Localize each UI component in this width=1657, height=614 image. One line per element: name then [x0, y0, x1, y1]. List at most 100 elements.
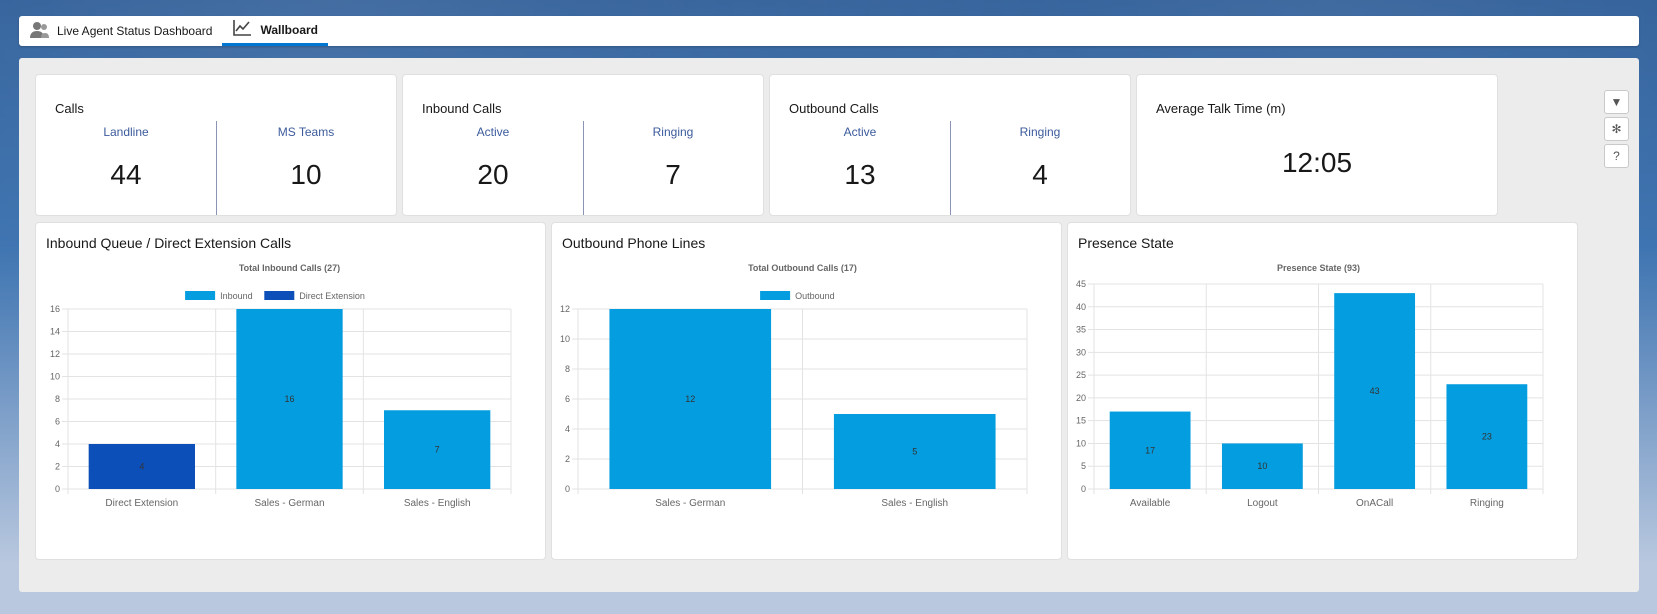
stat-value: 4 — [1032, 159, 1048, 190]
filter-icon: ▼ — [1610, 95, 1623, 109]
y-tick-label: 25 — [1076, 370, 1086, 380]
card-title: Inbound Calls — [422, 101, 502, 116]
data-label: 43 — [1370, 386, 1380, 396]
stat-label: Ringing — [1019, 125, 1061, 139]
inbound-active-stat: Active 20 — [403, 121, 583, 217]
help-button[interactable]: ? — [1604, 144, 1629, 168]
x-tick-label: Ringing — [1470, 498, 1504, 509]
data-label: 7 — [435, 445, 440, 455]
chart-title: Presence State (93) — [1277, 263, 1360, 273]
ms-teams-stat: MS Teams 10 — [216, 121, 396, 217]
y-tick-label: 5 — [1081, 461, 1086, 471]
outbound-calls-chart: Total Outbound Calls (17) Outbound 0 2 4 6 8 10… — [560, 263, 1028, 509]
outbound-calls-card: Outbound Calls Active 13 Ringing 4 — [769, 74, 1131, 216]
inbound-ringing-stat: Ringing 7 — [583, 121, 763, 217]
help-icon: ? — [1613, 149, 1620, 163]
stat-value: 44 — [110, 159, 142, 190]
tab-live-agent-status-dashboard[interactable]: Live Agent Status Dashboard — [19, 16, 222, 46]
y-tick-label: 0 — [565, 484, 570, 494]
x-tick-label: OnACall — [1356, 498, 1393, 509]
x-tick-label: Available — [1130, 498, 1171, 509]
panel-title: Outbound Phone Lines — [562, 235, 706, 251]
legend-label: Outbound — [795, 291, 835, 301]
chart-title: Total Inbound Calls (27) — [239, 263, 340, 273]
stat-value: 7 — [665, 159, 681, 190]
y-tick-label: 0 — [1081, 484, 1086, 494]
data-label: 23 — [1482, 432, 1492, 442]
outbound-active-stat: Active 13 — [770, 121, 950, 217]
legend-swatch — [760, 291, 791, 300]
wallboard-content: Calls Landline 44 MS Teams 10 Inbound Ca… — [19, 58, 1639, 592]
y-tick-label: 8 — [55, 394, 60, 404]
gear-icon: ✻ — [1611, 122, 1622, 136]
average-talk-time-card: Average Talk Time (m) 12:05 — [1136, 74, 1498, 216]
inbound-calls-card: Inbound Calls Active 20 Ringing 7 — [402, 74, 764, 216]
tab-bar: Live Agent Status Dashboard Wallboard — [19, 16, 1639, 46]
y-tick-label: 20 — [1076, 393, 1086, 403]
presence-state-chart: Presence State (93) 0 5 10 15 20 25 30 35 40 45 17 A… — [1076, 263, 1544, 509]
data-label: 4 — [139, 462, 144, 472]
legend-swatch — [264, 291, 295, 300]
stat-label: Ringing — [652, 125, 694, 139]
x-tick-label: Direct Extension — [105, 498, 178, 509]
y-tick-label: 10 — [50, 372, 60, 382]
inbound-queue-panel: Inbound Queue / Direct Extension Calls T… — [35, 222, 546, 560]
stat-label: Active — [843, 125, 877, 139]
data-label: 12 — [685, 394, 695, 404]
card-title: Outbound Calls — [789, 101, 879, 116]
tab-label: Wallboard — [260, 22, 318, 37]
stat-label: MS Teams — [277, 125, 335, 139]
y-tick-label: 12 — [50, 349, 60, 359]
y-tick-label: 2 — [55, 462, 60, 472]
y-tick-label: 15 — [1076, 416, 1086, 426]
outbound-phone-lines-panel: Outbound Phone Lines Total Outbound Call… — [551, 222, 1062, 560]
x-tick-label: Logout — [1247, 498, 1278, 509]
y-tick-label: 6 — [565, 394, 570, 404]
stat-value: 10 — [290, 159, 322, 190]
y-tick-label: 8 — [565, 364, 570, 374]
x-tick-label: Sales - English — [404, 498, 471, 509]
stat-label: Landline — [103, 125, 149, 139]
y-tick-label: 10 — [560, 334, 570, 344]
tab-wallboard[interactable]: Wallboard — [222, 16, 328, 46]
card-title: Calls — [55, 101, 84, 116]
y-tick-label: 4 — [565, 424, 570, 434]
inbound-calls-chart: Total Inbound Calls (27) Inbound Direct Ex… — [50, 263, 512, 509]
settings-button[interactable]: ✻ — [1604, 117, 1629, 141]
y-tick-label: 45 — [1076, 279, 1086, 289]
tab-label: Live Agent Status Dashboard — [57, 24, 213, 38]
stat-value: 12:05 — [1281, 147, 1353, 178]
stat-label: Active — [476, 125, 510, 139]
agents-icon — [29, 21, 49, 42]
y-tick-label: 30 — [1076, 347, 1086, 357]
y-tick-label: 40 — [1076, 302, 1086, 312]
x-tick-label: Sales - German — [254, 498, 324, 509]
outbound-ringing-stat: Ringing 4 — [950, 121, 1130, 217]
x-tick-label: Sales - German — [655, 498, 725, 509]
panel-title: Inbound Queue / Direct Extension Calls — [46, 235, 292, 251]
y-tick-label: 2 — [565, 454, 570, 464]
landline-stat: Landline 44 — [36, 121, 216, 217]
legend-label: Inbound — [220, 291, 253, 301]
data-label: 16 — [284, 394, 294, 404]
legend-label: Direct Extension — [299, 291, 365, 301]
filter-button[interactable]: ▼ — [1604, 90, 1629, 114]
y-tick-label: 16 — [50, 304, 60, 314]
stat-value: 13 — [844, 159, 876, 190]
y-tick-label: 4 — [55, 439, 60, 449]
y-tick-label: 0 — [55, 484, 60, 494]
panel-title: Presence State — [1078, 235, 1174, 251]
legend-swatch — [185, 291, 216, 300]
y-tick-label: 35 — [1076, 325, 1086, 335]
calls-card: Calls Landline 44 MS Teams 10 — [35, 74, 397, 216]
chart-title: Total Outbound Calls (17) — [748, 263, 857, 273]
y-tick-label: 12 — [560, 304, 570, 314]
y-tick-label: 14 — [50, 327, 60, 337]
stat-value: 20 — [477, 159, 509, 190]
presence-state-panel: Presence State Presence State (93) 0 5 10 15… — [1067, 222, 1578, 560]
x-tick-label: Sales - English — [881, 498, 948, 509]
y-tick-label: 10 — [1076, 438, 1086, 448]
line-chart-icon — [232, 19, 252, 40]
data-label: 17 — [1145, 445, 1155, 455]
data-label: 10 — [1257, 461, 1267, 471]
